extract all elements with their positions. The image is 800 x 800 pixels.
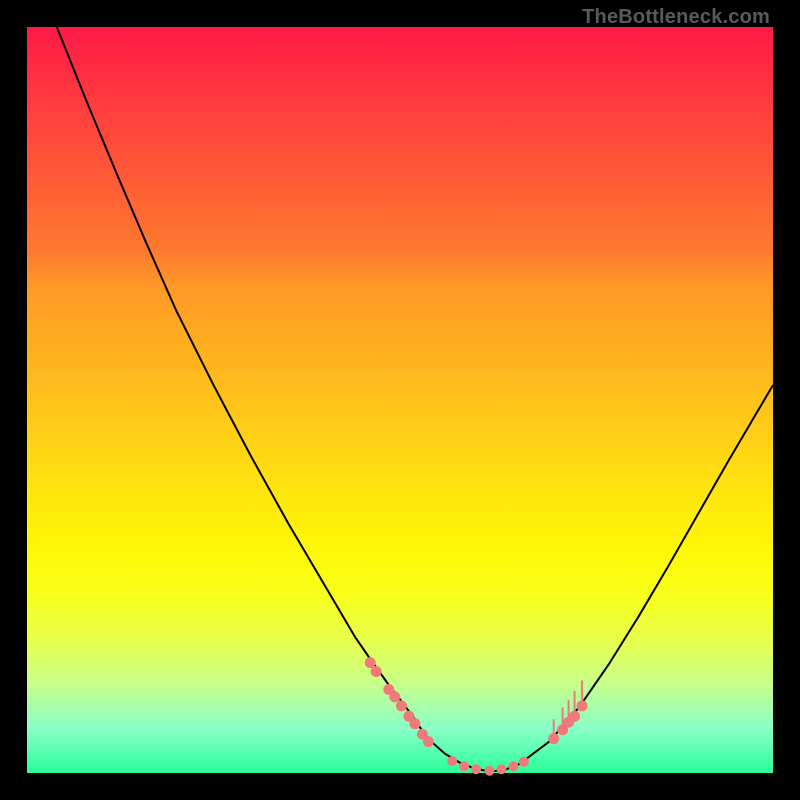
data-dot	[396, 700, 407, 711]
data-dot	[423, 736, 434, 747]
data-dot	[471, 764, 481, 774]
data-dot	[569, 711, 580, 722]
chart-stage: TheBottleneck.com	[0, 0, 800, 800]
data-dot	[496, 764, 506, 774]
plot-area	[27, 27, 773, 773]
data-dot	[371, 666, 382, 677]
bottleneck-curve	[57, 27, 773, 772]
data-dot	[409, 718, 420, 729]
data-dot	[548, 733, 559, 744]
data-dot	[485, 766, 495, 776]
data-dot	[447, 756, 457, 766]
data-dot	[389, 691, 400, 702]
data-dot	[519, 757, 529, 767]
data-dot	[508, 761, 518, 771]
data-dot	[459, 761, 469, 771]
data-dot	[577, 700, 588, 711]
chart-svg	[27, 27, 773, 773]
watermark-text: TheBottleneck.com	[582, 6, 770, 29]
data-dot	[365, 657, 376, 668]
dots-group	[365, 657, 588, 776]
